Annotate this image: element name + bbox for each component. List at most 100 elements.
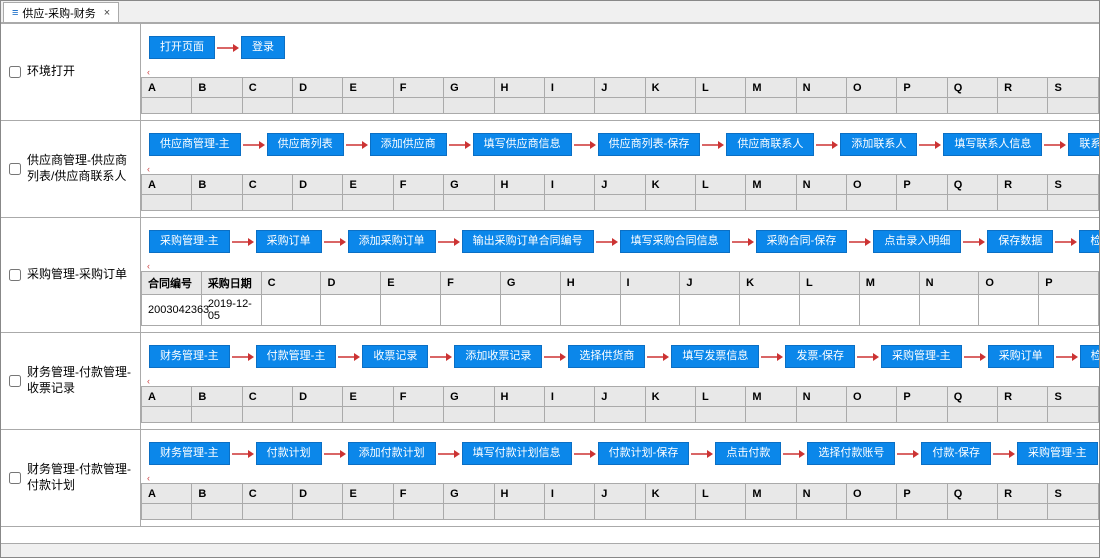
grid-header-cell[interactable]: E xyxy=(343,484,393,504)
flow-node[interactable]: 供应商列表-保存 xyxy=(598,133,701,156)
grid-header-cell[interactable]: F xyxy=(393,175,443,195)
grid-header-cell[interactable]: G xyxy=(500,272,560,295)
grid-header-cell[interactable]: O xyxy=(979,272,1039,295)
flow-node[interactable]: 填写采购合同信息 xyxy=(620,230,730,253)
flow-node[interactable]: 添加采购订单 xyxy=(348,230,436,253)
grid-header-cell[interactable]: A xyxy=(142,387,192,407)
flow-node[interactable]: 输出采购订单合同编号 xyxy=(462,230,594,253)
flow-node[interactable]: 点击付款 xyxy=(715,442,781,465)
grid-header-cell[interactable]: C xyxy=(242,78,292,98)
section-checkbox[interactable] xyxy=(9,375,21,387)
grid-header-cell[interactable]: F xyxy=(393,484,443,504)
grid-header-cell[interactable]: P xyxy=(897,484,947,504)
grid-header-cell[interactable]: L xyxy=(695,484,745,504)
grid-header-cell[interactable]: P xyxy=(897,78,947,98)
grid-header-cell[interactable]: R xyxy=(998,175,1048,195)
grid-header-cell[interactable]: P xyxy=(897,387,947,407)
grid-header-cell[interactable]: J xyxy=(595,484,645,504)
grid-header-cell[interactable]: G xyxy=(444,175,494,195)
close-icon[interactable]: × xyxy=(104,7,110,19)
flow-node[interactable]: 采购管理-主 xyxy=(881,345,962,368)
grid-header-cell[interactable]: C xyxy=(261,272,321,295)
flow-scroll[interactable]: 供应商管理-主供应商列表添加供应商填写供应商信息供应商列表-保存供应商联系人添加… xyxy=(141,129,1099,164)
flow-node[interactable]: 检查-发票状态 xyxy=(1080,345,1099,368)
grid-header-cell[interactable]: D xyxy=(293,387,343,407)
grid-cell[interactable] xyxy=(620,295,680,326)
grid-header-cell[interactable]: J xyxy=(680,272,740,295)
grid-header-cell[interactable]: I xyxy=(620,272,680,295)
grid-header-cell[interactable]: E xyxy=(343,175,393,195)
grid-header-cell[interactable]: H xyxy=(560,272,620,295)
flow-scroll[interactable]: 采购管理-主采购订单添加采购订单输出采购订单合同编号填写采购合同信息采购合同-保… xyxy=(141,226,1099,261)
flow-node[interactable]: 填写联系人信息 xyxy=(943,133,1042,156)
grid-header-cell[interactable]: O xyxy=(847,175,897,195)
flow-node[interactable]: 检查-录入明细 xyxy=(1079,230,1099,253)
grid-header-cell[interactable]: F xyxy=(441,272,501,295)
flow-node[interactable]: 供应商管理-主 xyxy=(149,133,241,156)
grid-header-cell[interactable]: E xyxy=(343,78,393,98)
flow-scroll[interactable]: 财务管理-主付款计划添加付款计划填写付款计划信息付款计划-保存点击付款选择付款账… xyxy=(141,438,1099,473)
flow-node[interactable]: 保存数据 xyxy=(987,230,1053,253)
grid-header-cell[interactable]: P xyxy=(1039,272,1099,295)
flow-node[interactable]: 填写发票信息 xyxy=(671,345,759,368)
flow-node[interactable]: 选择供货商 xyxy=(568,345,645,368)
grid-header-cell[interactable]: N xyxy=(796,387,846,407)
grid-cell[interactable] xyxy=(381,295,441,326)
grid-scroll[interactable]: 合同编号采购日期CDEFGHIJKLMNOP20030423632019-12-… xyxy=(141,271,1099,326)
grid-header-cell[interactable]: L xyxy=(695,78,745,98)
grid-cell[interactable] xyxy=(560,295,620,326)
grid-header-cell[interactable]: O xyxy=(847,484,897,504)
grid-header-cell[interactable]: Q xyxy=(947,387,997,407)
flow-node[interactable]: 付款-保存 xyxy=(921,442,991,465)
flow-node[interactable]: 添加付款计划 xyxy=(348,442,436,465)
grid-header-cell[interactable]: D xyxy=(293,484,343,504)
grid-scroll[interactable]: ABCDEFGHIJKLMNOPQRS xyxy=(141,77,1099,114)
grid-header-cell[interactable]: P xyxy=(897,175,947,195)
grid-header-cell[interactable]: C xyxy=(242,484,292,504)
flow-node[interactable]: 付款计划-保存 xyxy=(598,442,690,465)
grid-header-cell[interactable]: A xyxy=(142,175,192,195)
grid-header-cell[interactable]: L xyxy=(695,387,745,407)
grid-header-cell[interactable]: I xyxy=(544,78,594,98)
section-checkbox[interactable] xyxy=(9,269,21,281)
flow-node[interactable]: 选择付款账号 xyxy=(807,442,895,465)
grid-header-cell[interactable]: H xyxy=(494,484,544,504)
grid-header-cell[interactable]: M xyxy=(859,272,919,295)
grid-header-cell[interactable]: Q xyxy=(947,484,997,504)
grid-header-cell[interactable]: I xyxy=(544,484,594,504)
grid-header-cell[interactable]: R xyxy=(998,387,1048,407)
grid-header-cell[interactable]: K xyxy=(740,272,800,295)
grid-header-cell[interactable]: B xyxy=(192,78,242,98)
grid-header-cell[interactable]: E xyxy=(381,272,441,295)
grid-header-cell[interactable]: Q xyxy=(947,175,997,195)
flow-node[interactable]: 付款计划 xyxy=(256,442,322,465)
grid-header-cell[interactable]: 合同编号 xyxy=(142,272,202,295)
grid-header-cell[interactable]: 采购日期 xyxy=(201,272,261,295)
flow-scroll[interactable]: 打开页面登录 xyxy=(141,32,1099,67)
grid-scroll[interactable]: ABCDEFGHIJKLMNOPQRS xyxy=(141,174,1099,211)
grid-header-cell[interactable]: A xyxy=(142,484,192,504)
flow-node[interactable]: 财务管理-主 xyxy=(149,345,230,368)
flow-node[interactable]: 点击录入明细 xyxy=(873,230,961,253)
flow-node[interactable]: 发票-保存 xyxy=(785,345,855,368)
flow-node[interactable]: 联系人-保存 xyxy=(1068,133,1099,156)
grid-header-cell[interactable]: S xyxy=(1048,387,1099,407)
grid-header-cell[interactable]: L xyxy=(695,175,745,195)
grid-header-cell[interactable]: K xyxy=(645,78,695,98)
grid-header-cell[interactable]: L xyxy=(799,272,859,295)
flow-node[interactable]: 付款管理-主 xyxy=(256,345,337,368)
grid-header-cell[interactable]: B xyxy=(192,175,242,195)
grid-header-cell[interactable]: O xyxy=(847,387,897,407)
flow-node[interactable]: 财务管理-主 xyxy=(149,442,230,465)
grid-header-cell[interactable]: N xyxy=(919,272,979,295)
grid-header-cell[interactable]: R xyxy=(998,78,1048,98)
grid-header-cell[interactable]: N xyxy=(796,175,846,195)
section-checkbox[interactable] xyxy=(9,163,21,175)
grid-cell[interactable] xyxy=(321,295,381,326)
grid-header-cell[interactable]: F xyxy=(393,387,443,407)
grid-header-cell[interactable]: S xyxy=(1048,175,1099,195)
flow-node[interactable]: 采购订单 xyxy=(256,230,322,253)
grid-header-cell[interactable]: Q xyxy=(947,78,997,98)
flow-node[interactable]: 采购订单 xyxy=(988,345,1054,368)
grid-header-cell[interactable]: D xyxy=(321,272,381,295)
